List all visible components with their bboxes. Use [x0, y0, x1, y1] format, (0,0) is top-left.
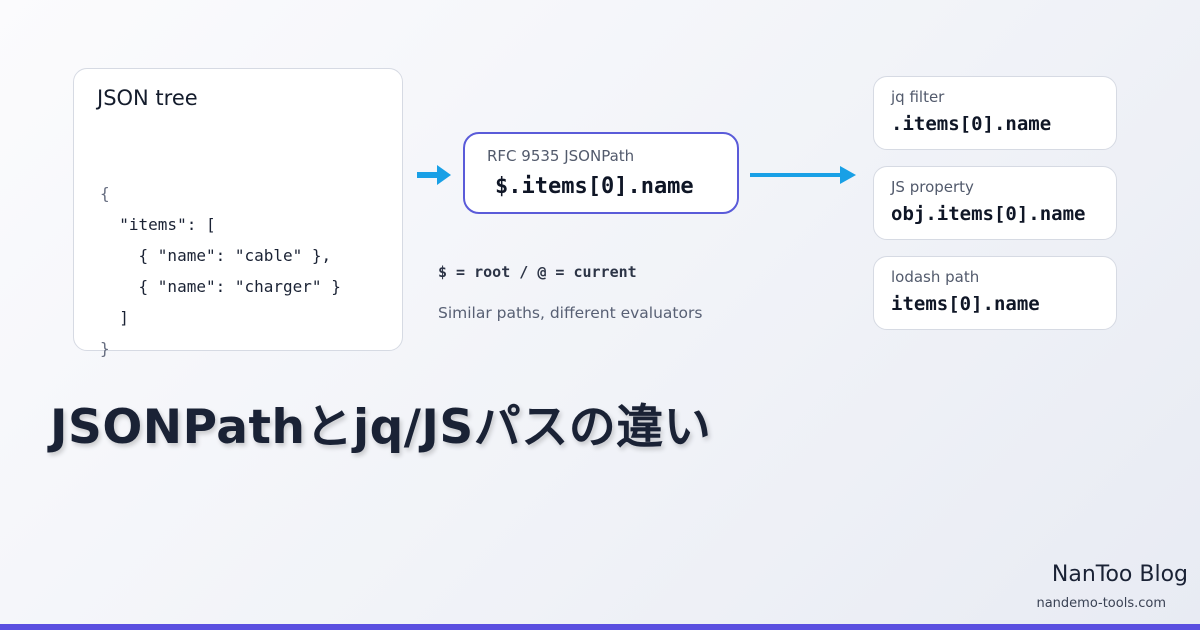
card-value: .items[0].name	[891, 113, 1052, 135]
json-tree-card: JSON tree { "items": [ { "name": "cable"…	[73, 68, 403, 358]
jq-filter-card: jq filter .items[0].name	[873, 76, 1117, 150]
arrow-right-icon	[417, 165, 451, 185]
brand-name: NanToo Blog	[1051, 562, 1188, 587]
jsonpath-expression: $.items[0].name	[495, 174, 694, 199]
card-value: obj.items[0].name	[891, 203, 1086, 225]
card-label: jq filter	[891, 88, 945, 106]
caption: Similar paths, different evaluators	[438, 304, 703, 322]
brand-url: nandemo-tools.com	[1036, 596, 1166, 611]
arrow-right-icon	[750, 166, 856, 184]
headline: JSONPathとjq/JSパスの違い	[50, 400, 712, 455]
card-value: items[0].name	[891, 293, 1040, 315]
root-current-legend: $ = root / @ = current	[438, 263, 637, 281]
code-line: { "name": "charger" }	[100, 277, 341, 296]
code-line: ]	[100, 308, 129, 327]
code-line: {	[100, 184, 110, 203]
card-label: JS property	[891, 178, 974, 196]
lodash-path-card: lodash path items[0].name	[873, 256, 1117, 330]
jsonpath-label: RFC 9535 JSONPath	[487, 147, 635, 165]
card-label: lodash path	[891, 268, 980, 286]
bottom-accent-bar	[0, 624, 1200, 630]
code-line: "items": [	[100, 215, 216, 234]
code-line: }	[100, 339, 110, 358]
jsonpath-card: RFC 9535 JSONPath $.items[0].name	[463, 132, 739, 214]
json-tree-title: JSON tree	[97, 86, 198, 110]
code-line: { "name": "cable" },	[100, 246, 332, 265]
js-property-card: JS property obj.items[0].name	[873, 166, 1117, 240]
